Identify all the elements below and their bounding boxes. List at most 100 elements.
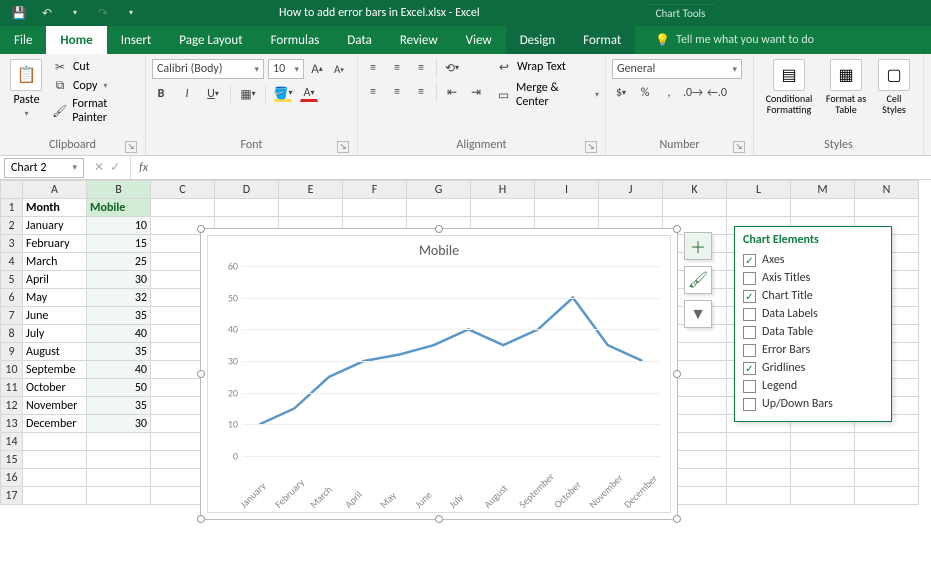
col-header[interactable]: E <box>279 181 343 199</box>
cell[interactable] <box>727 487 791 505</box>
cell[interactable] <box>87 451 151 469</box>
currency-icon[interactable]: $▾ <box>612 85 630 101</box>
cell[interactable]: 50 <box>87 379 151 397</box>
cell[interactable]: October <box>23 379 87 397</box>
resize-handle[interactable] <box>673 370 681 378</box>
cell[interactable]: 35 <box>87 343 151 361</box>
checkbox[interactable] <box>743 326 756 339</box>
col-header[interactable]: C <box>151 181 215 199</box>
name-box[interactable]: Chart 2▾ <box>4 158 84 178</box>
align-bottom-icon[interactable]: ≡ <box>412 60 430 76</box>
checkbox[interactable] <box>743 272 756 285</box>
cell[interactable] <box>855 487 919 505</box>
underline-icon[interactable]: U▾ <box>204 86 222 102</box>
tab-home[interactable]: Home <box>46 26 106 54</box>
font-name-combo[interactable]: Calibri (Body)▾ <box>152 59 264 79</box>
row-header[interactable]: 16 <box>1 469 23 487</box>
col-header[interactable]: G <box>407 181 471 199</box>
cell[interactable]: 32 <box>87 289 151 307</box>
cell[interactable] <box>23 487 87 505</box>
tab-page-layout[interactable]: Page Layout <box>165 26 256 54</box>
chart-filter-button[interactable]: ▼ <box>684 300 712 328</box>
resize-handle[interactable] <box>435 515 443 523</box>
row-header[interactable]: 2 <box>1 217 23 235</box>
chart-styles-button[interactable]: 🖌 <box>684 266 712 294</box>
row-header[interactable]: 5 <box>1 271 23 289</box>
chart-element-item[interactable]: Axis Titles <box>743 269 883 287</box>
cell[interactable]: March <box>23 253 87 271</box>
resize-handle[interactable] <box>197 370 205 378</box>
cell[interactable]: July <box>23 325 87 343</box>
cell[interactable] <box>727 199 791 217</box>
cell[interactable]: Septembe <box>23 361 87 379</box>
row-header[interactable]: 8 <box>1 325 23 343</box>
tab-file[interactable]: File <box>0 26 46 54</box>
row-header[interactable]: 9 <box>1 343 23 361</box>
tab-design[interactable]: Design <box>506 26 569 54</box>
number-format-combo[interactable]: General▾ <box>612 59 742 79</box>
row-header[interactable]: 11 <box>1 379 23 397</box>
font-launcher[interactable]: ↘ <box>337 141 349 153</box>
cell[interactable] <box>791 199 855 217</box>
chart-element-item[interactable]: Legend <box>743 377 883 395</box>
format-painter-button[interactable]: 🖌Format Painter <box>51 97 139 125</box>
resize-handle[interactable] <box>673 515 681 523</box>
cell[interactable] <box>791 433 855 451</box>
cell[interactable] <box>535 199 599 217</box>
clipboard-launcher[interactable]: ↘ <box>125 141 137 153</box>
col-header[interactable]: H <box>471 181 535 199</box>
align-left-icon[interactable]: ≡ <box>364 84 382 100</box>
align-top-icon[interactable]: ≡ <box>364 60 382 76</box>
cell[interactable] <box>343 199 407 217</box>
cell[interactable] <box>855 199 919 217</box>
fx-icon[interactable]: fx <box>131 161 156 175</box>
chart-element-item[interactable]: Error Bars <box>743 341 883 359</box>
borders-icon[interactable]: ▦▾ <box>239 86 257 102</box>
cancel-formula-icon[interactable]: ✕ <box>94 160 104 175</box>
row-header[interactable]: 6 <box>1 289 23 307</box>
cell[interactable] <box>151 199 215 217</box>
undo-menu-icon[interactable]: ▾ <box>62 2 88 24</box>
undo-icon[interactable]: ↶ <box>34 2 60 24</box>
row-header[interactable]: 4 <box>1 253 23 271</box>
cell[interactable]: December <box>23 415 87 433</box>
copy-button[interactable]: ⧉Copy▾ <box>51 78 139 94</box>
chart-element-item[interactable]: Data Labels <box>743 305 883 323</box>
tab-format[interactable]: Format <box>569 26 635 54</box>
checkbox[interactable] <box>743 344 756 357</box>
tell-me[interactable]: 💡 Tell me what you want to do <box>655 26 814 54</box>
cell[interactable] <box>87 469 151 487</box>
cell[interactable]: February <box>23 235 87 253</box>
checkbox[interactable] <box>743 398 756 411</box>
conditional-formatting-button[interactable]: ▤Conditional Formatting <box>760 57 818 115</box>
cell[interactable]: 35 <box>87 397 151 415</box>
enter-formula-icon[interactable]: ✓ <box>110 160 120 175</box>
cell[interactable] <box>791 487 855 505</box>
cell[interactable]: April <box>23 271 87 289</box>
row-header[interactable]: 15 <box>1 451 23 469</box>
resize-handle[interactable] <box>673 225 681 233</box>
cell[interactable] <box>663 199 727 217</box>
checkbox[interactable]: ✓ <box>743 290 756 303</box>
cell[interactable]: Mobile <box>87 199 151 217</box>
cell[interactable] <box>87 433 151 451</box>
cell[interactable] <box>87 487 151 505</box>
resize-handle[interactable] <box>435 225 443 233</box>
shrink-font-icon[interactable]: A▾ <box>330 61 348 77</box>
cell[interactable]: 30 <box>87 415 151 433</box>
col-header[interactable]: K <box>663 181 727 199</box>
align-center-icon[interactable]: ≡ <box>388 84 406 100</box>
cell[interactable] <box>855 469 919 487</box>
row-header[interactable]: 12 <box>1 397 23 415</box>
cell[interactable] <box>727 433 791 451</box>
chart-title[interactable]: Mobile <box>208 236 670 259</box>
font-color-icon[interactable]: A▾ <box>300 86 318 102</box>
cell[interactable] <box>23 469 87 487</box>
row-header[interactable]: 3 <box>1 235 23 253</box>
cell[interactable]: May <box>23 289 87 307</box>
tab-data[interactable]: Data <box>333 26 386 54</box>
chart-element-item[interactable]: Data Table <box>743 323 883 341</box>
chart-element-item[interactable]: ✓Gridlines <box>743 359 883 377</box>
cell[interactable] <box>727 451 791 469</box>
col-header[interactable]: L <box>727 181 791 199</box>
